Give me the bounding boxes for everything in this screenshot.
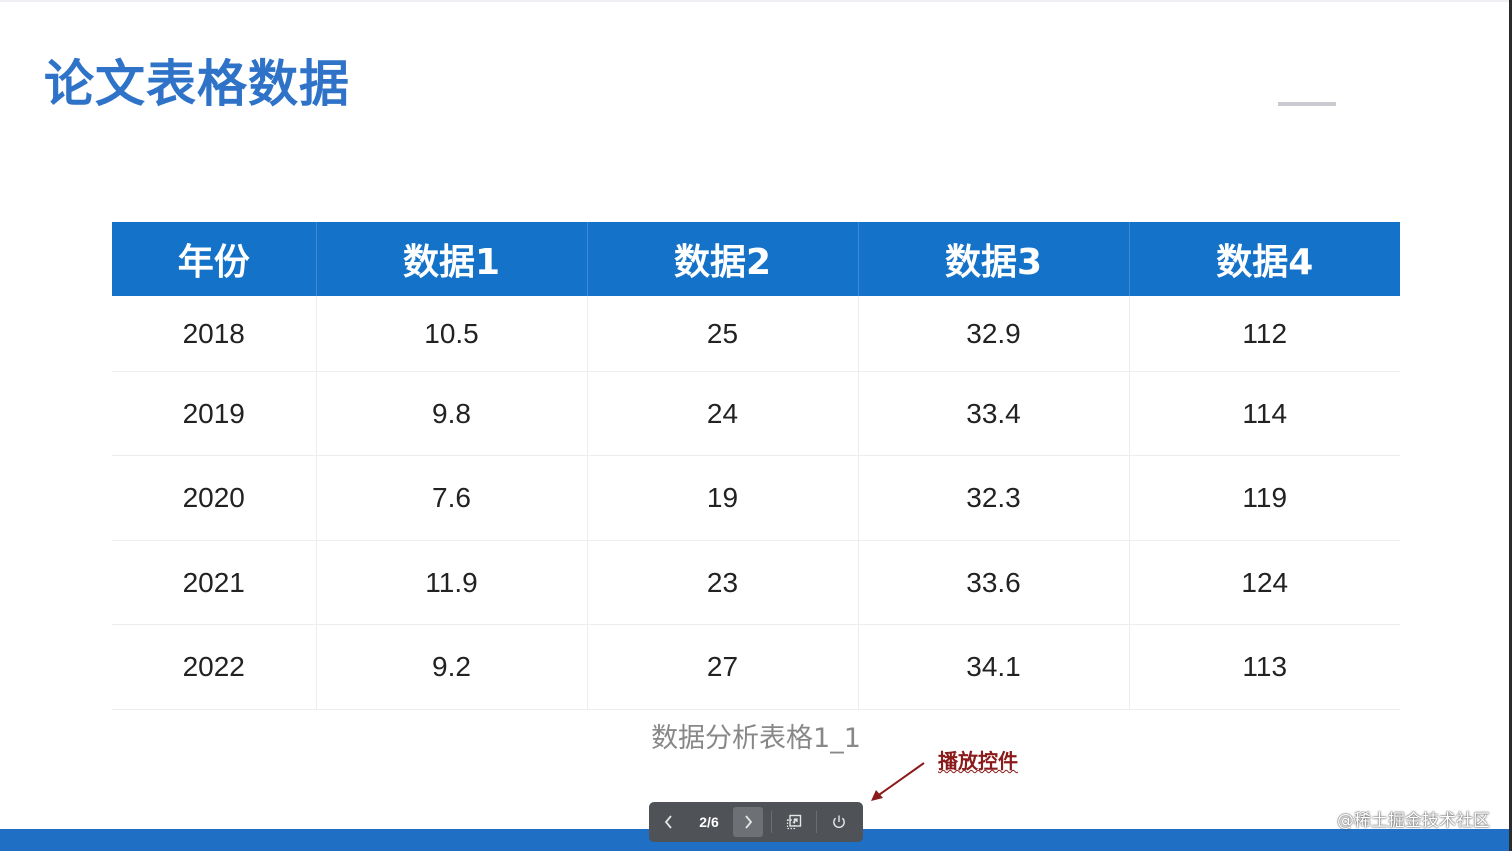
table-cell: 2020 <box>112 455 317 541</box>
table-cell: 2018 <box>112 296 317 372</box>
table-row: 2018 10.5 25 32.9 112 <box>112 296 1400 372</box>
chevron-right-icon <box>745 815 753 829</box>
playback-controls: 2/6 <box>649 802 863 842</box>
table-cell: 124 <box>1129 540 1400 625</box>
header-data3: 数据3 <box>858 222 1130 296</box>
table-cell: 114 <box>1129 371 1400 456</box>
table-cell: 11.9 <box>316 540 588 625</box>
power-icon <box>833 815 845 829</box>
table-caption: 数据分析表格1_1 <box>651 723 861 754</box>
table-row: 2021 11.9 23 33.6 124 <box>112 540 1400 625</box>
table-cell: 7.6 <box>316 455 588 541</box>
table-cell: 9.2 <box>316 624 588 710</box>
table-cell: 19 <box>587 455 859 541</box>
exit-button[interactable] <box>817 802 861 842</box>
table-cell: 2021 <box>112 540 317 625</box>
table-cell: 34.1 <box>858 624 1130 710</box>
table-cell: 9.8 <box>316 371 588 456</box>
table-cell: 25 <box>587 296 859 372</box>
data-table: 年份 数据1 数据2 数据3 数据4 2018 10.5 25 32.9 112… <box>112 222 1400 710</box>
table-row: 2022 9.2 27 34.1 113 <box>112 624 1400 710</box>
table-cell: 113 <box>1129 624 1400 710</box>
table-cell: 10.5 <box>316 296 588 372</box>
table-header-row: 年份 数据1 数据2 数据3 数据4 <box>112 222 1400 296</box>
slide-title: 论文表格数据 <box>44 55 350 113</box>
header-data2: 数据2 <box>587 222 859 296</box>
table-cell: 2022 <box>112 624 317 710</box>
table-cell: 32.3 <box>858 455 1130 541</box>
table-row: 2019 9.8 24 33.4 114 <box>112 371 1400 456</box>
table-cell: 32.9 <box>858 296 1130 372</box>
table-cell: 33.4 <box>858 371 1130 456</box>
header-data4: 数据4 <box>1129 222 1400 296</box>
table-row: 2020 7.6 19 32.3 119 <box>112 455 1400 541</box>
page-indicator: 2/6 <box>699 814 719 830</box>
top-edge <box>0 0 1512 2</box>
prev-slide-button[interactable] <box>649 802 689 842</box>
annotation-arrow-icon <box>871 762 925 801</box>
fullscreen-button[interactable] <box>772 802 816 842</box>
watermark: @稀土掘金技术社区 <box>1337 811 1490 831</box>
table-cell: 27 <box>587 624 859 710</box>
table-cell: 24 <box>587 371 859 456</box>
table-cell: 23 <box>587 540 859 625</box>
table-cell: 112 <box>1129 296 1400 372</box>
table-cell: 33.6 <box>858 540 1130 625</box>
decorative-line <box>1278 102 1336 106</box>
header-year: 年份 <box>112 222 317 296</box>
next-slide-button[interactable] <box>733 807 763 837</box>
table-cell: 119 <box>1129 455 1400 541</box>
chevron-left-icon <box>664 815 672 829</box>
fullscreen-icon <box>786 814 802 830</box>
table-cell: 2019 <box>112 371 317 456</box>
header-data1: 数据1 <box>316 222 588 296</box>
annotation-label: 播放控件 <box>938 749 1018 773</box>
